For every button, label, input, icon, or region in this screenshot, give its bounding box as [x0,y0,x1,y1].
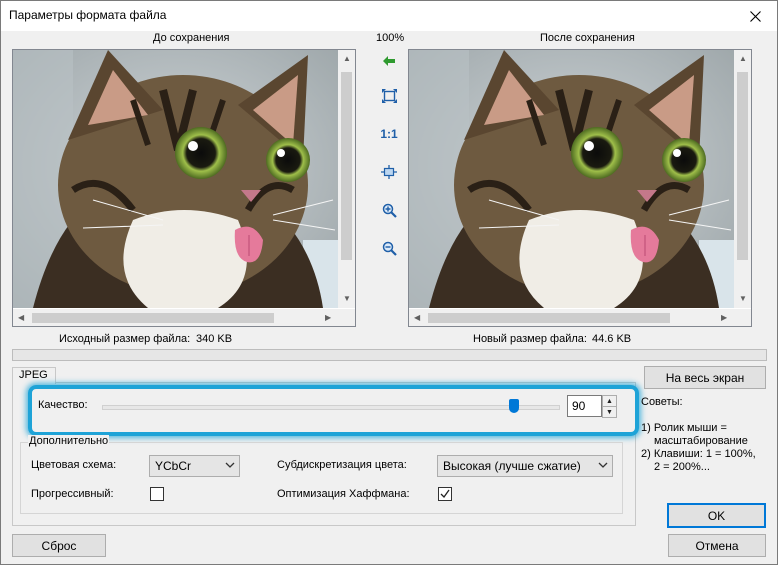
scroll-thumb[interactable] [341,72,352,260]
subsampling-value: Высокая (лучше сжатие) [443,459,581,473]
after-vertical-scrollbar[interactable]: ▲ ▼ [734,50,751,308]
center-view-button[interactable] [378,162,400,182]
new-size-value: 44.6 KB [592,333,632,345]
arrow-left-icon [383,56,395,66]
scroll-down-icon[interactable]: ▼ [343,295,351,303]
scroll-corner [734,309,751,326]
chevron-down-icon [598,462,608,468]
ok-button[interactable]: OK [667,503,766,528]
new-size-label: Новый размер файла: [473,333,587,345]
scroll-left-icon[interactable]: ◀ [414,314,420,322]
before-vertical-scrollbar[interactable]: ▲ ▼ [338,50,355,308]
scroll-right-icon[interactable]: ▶ [325,314,331,322]
close-button[interactable] [733,1,777,31]
reset-button[interactable]: Сброс [12,534,106,557]
color-scheme-label: Цветовая схема: [31,459,117,471]
scroll-up-icon[interactable]: ▲ [343,55,351,63]
before-image [13,50,338,308]
quality-decrement-button[interactable]: ▼ [602,406,617,418]
zoom-in-button[interactable] [378,200,400,220]
progressive-checkbox[interactable] [150,487,164,501]
scroll-thumb[interactable] [737,72,748,260]
cancel-button[interactable]: Отмена [668,534,766,557]
subsampling-label: Субдискретизация цвета: [277,459,407,471]
zoom-out-icon [382,241,397,256]
tab-jpeg[interactable]: JPEG [12,367,56,384]
quality-slider-thumb[interactable] [509,399,519,413]
fit-to-window-icon [381,89,397,103]
original-size-value: 340 KB [196,333,233,345]
progressive-label: Прогрессивный: [31,488,114,500]
quality-label: Качество: [38,399,88,411]
tips-line-1: 1) Ролик мыши = [641,422,727,434]
quality-slider-track[interactable] [102,405,560,410]
splitter-bar[interactable] [12,349,767,361]
huffman-checkbox[interactable] [438,487,452,501]
quality-highlight [28,385,639,436]
fullscreen-button[interactable]: На весь экран [644,366,766,389]
scroll-thumb[interactable] [32,313,274,323]
advanced-group [20,442,623,514]
tips-line-3: 2) Клавиши: 1 = 100%, [641,448,756,460]
tips-title: Советы: [641,396,683,408]
sync-view-button[interactable] [378,51,400,71]
advanced-group-title: Дополнительно [28,435,110,447]
original-size-label: Исходный размер файла: [59,333,191,345]
before-header: До сохранения [153,32,230,44]
fit-window-button[interactable] [378,86,400,106]
scroll-corner [338,309,355,326]
before-preview[interactable]: ▲ ▼ ◀ ▶ [12,49,356,327]
zoom-level: 100% [376,32,405,44]
tips-line-2: масштабирование [654,435,748,447]
color-scheme-value: YCbCr [155,459,192,473]
scroll-right-icon[interactable]: ▶ [721,314,727,322]
chevron-down-icon [225,462,235,468]
scroll-left-icon[interactable]: ◀ [18,314,24,322]
window-title: Параметры формата файла [9,8,167,22]
actual-size-button[interactable]: 1:1 [378,124,400,144]
after-image [409,50,734,308]
tab-jpeg-label: JPEG [19,369,48,381]
after-header: После сохранения [540,32,635,44]
scroll-up-icon[interactable]: ▲ [739,55,747,63]
file-format-dialog: Параметры формата файла До сохранения 10… [0,0,778,565]
scroll-thumb[interactable] [428,313,670,323]
quality-input[interactable]: 90 [567,395,602,417]
quality-value: 90 [572,399,586,413]
huffman-label: Оптимизация Хаффмана: [277,488,410,500]
color-scheme-select[interactable]: YCbCr [149,455,240,477]
tips-line-4: 2 = 200%... [654,461,710,473]
checkmark-icon [440,489,450,499]
title-bar: Параметры формата файла [1,1,777,31]
subsampling-select[interactable]: Высокая (лучше сжатие) [437,455,613,477]
before-horizontal-scrollbar[interactable]: ◀ ▶ [13,309,338,326]
zoom-in-icon [382,203,397,218]
center-icon [381,165,397,179]
zoom-out-button[interactable] [378,238,400,258]
after-horizontal-scrollbar[interactable]: ◀ ▶ [409,309,734,326]
close-icon [749,10,761,22]
scroll-down-icon[interactable]: ▼ [739,295,747,303]
after-preview[interactable]: ▲ ▼ ◀ ▶ [408,49,752,327]
